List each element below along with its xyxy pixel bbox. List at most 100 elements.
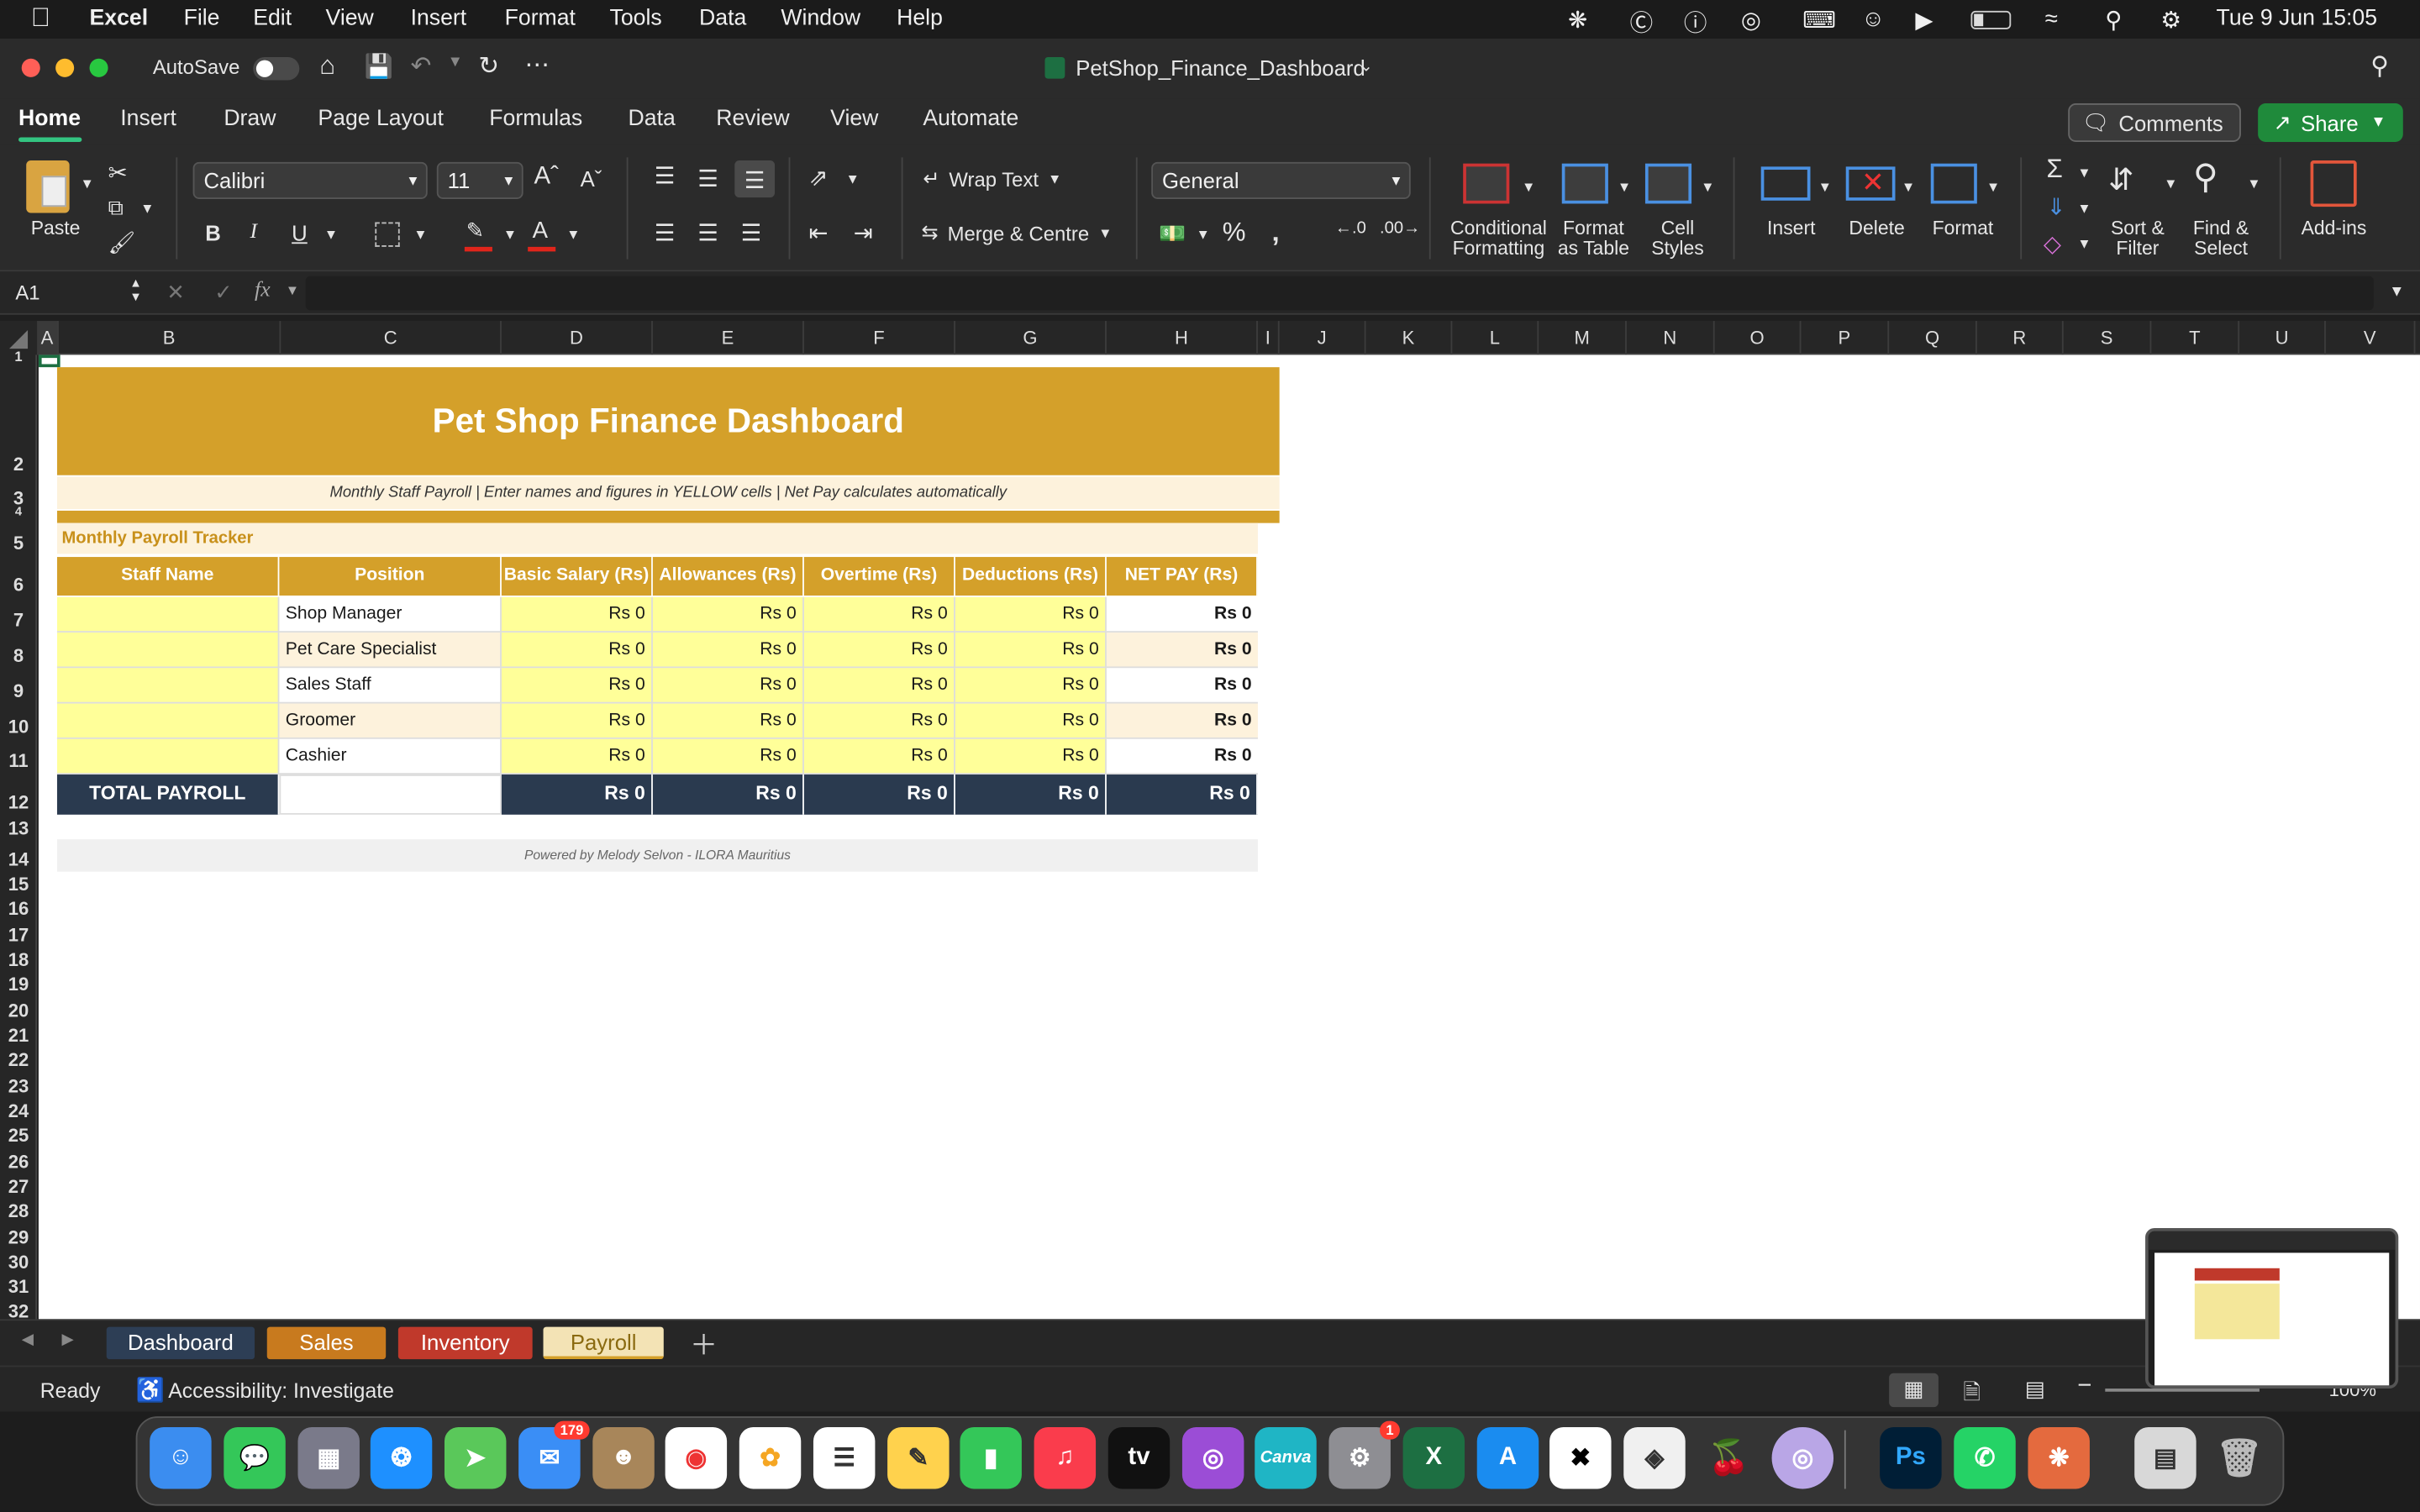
claude-status-icon[interactable]: ❋ <box>1568 6 1587 34</box>
chrome-icon[interactable]: ◉ <box>665 1426 728 1489</box>
chevron-down-icon[interactable]: ▼ <box>1986 179 2000 194</box>
cell-net-pay[interactable]: Rs 0 <box>1106 668 1258 704</box>
cell-allowances[interactable]: Rs 0 <box>652 633 804 669</box>
row-header[interactable]: 7 <box>0 610 37 632</box>
total-payroll-label[interactable]: TOTAL PAYROLL <box>56 774 280 815</box>
tab-review[interactable]: Review <box>716 107 789 131</box>
menu-format[interactable]: Format <box>505 6 576 30</box>
row-header[interactable]: 25 <box>0 1125 37 1147</box>
undo-icon[interactable]: ↶ <box>411 51 432 82</box>
chevron-down-icon[interactable]: ▼ <box>2164 176 2177 191</box>
tab-automate[interactable]: Automate <box>923 107 1018 131</box>
cancel-icon[interactable]: ✕ <box>166 279 185 305</box>
cell-deductions[interactable]: Rs 0 <box>955 738 1107 775</box>
app-menu[interactable]: Excel <box>90 6 149 30</box>
cell-basic-salary[interactable]: Rs 0 <box>501 596 653 633</box>
control-center-icon[interactable]: ⚙ <box>2160 6 2181 34</box>
copy-icon[interactable]: ⧉ <box>108 194 124 220</box>
undo-dropdown-icon[interactable]: ▼ <box>448 54 463 71</box>
info-status-icon[interactable]: ⓘ <box>1684 6 1707 39</box>
tab-data[interactable]: Data <box>629 107 676 131</box>
apple-tv-icon[interactable]: tv <box>1107 1426 1171 1489</box>
cell-allowances[interactable]: Rs 0 <box>652 668 804 704</box>
col-header[interactable]: J <box>1280 321 1366 355</box>
cell-deductions[interactable]: Rs 0 <box>955 633 1107 669</box>
row-header[interactable]: 1 <box>0 349 37 364</box>
page-break-view-icon[interactable]: ▤ <box>2025 1376 2045 1402</box>
font-color-dropdown-icon[interactable]: ▼ <box>566 227 580 242</box>
col-header[interactable]: L <box>1452 321 1539 355</box>
col-header[interactable]: O <box>1715 321 1802 355</box>
row-header[interactable]: 10 <box>0 716 37 738</box>
col-header[interactable]: Q <box>1889 321 1977 355</box>
align-top-icon[interactable]: ☰ <box>655 162 676 190</box>
cell-allowances[interactable]: Rs 0 <box>652 738 804 775</box>
header-net-pay[interactable]: NET PAY (Rs) <box>1106 557 1258 596</box>
orientation-dropdown-icon[interactable]: ▼ <box>846 171 860 186</box>
menu-edit[interactable]: Edit <box>253 6 292 30</box>
next-sheet-icon[interactable]: ▶ <box>61 1331 73 1348</box>
cell-allowances[interactable]: Rs 0 <box>652 703 804 739</box>
find-select-label[interactable]: Find & Select <box>2188 218 2253 260</box>
cell-net-pay[interactable]: Rs 0 <box>1106 633 1258 669</box>
currency-icon[interactable]: 💵 <box>1159 221 1186 247</box>
photoshop-icon[interactable]: Ps <box>1880 1426 1942 1489</box>
align-right-icon[interactable]: ☰ <box>741 219 762 247</box>
c-status-icon[interactable]: Ⓒ <box>1630 6 1654 39</box>
increase-font-icon[interactable]: Aˆ <box>534 164 559 192</box>
underline-dropdown-icon[interactable]: ▼ <box>324 227 338 242</box>
menu-file[interactable]: File <box>184 6 220 30</box>
menu-window[interactable]: Window <box>781 6 860 30</box>
user-status-icon[interactable]: ☺ <box>1861 6 1885 32</box>
delete-cells-label[interactable]: Delete <box>1849 218 1904 239</box>
photos-icon[interactable]: ✿ <box>739 1426 802 1489</box>
increase-indent-icon[interactable]: ⇥ <box>854 219 873 247</box>
comma-icon[interactable]: ‚ <box>1271 216 1279 249</box>
worksheet-grid[interactable]: Pet Shop Finance Dashboard Monthly Staff… <box>38 354 2420 1320</box>
row-header[interactable]: 21 <box>0 1025 37 1047</box>
row-header[interactable]: 29 <box>0 1226 37 1248</box>
col-header[interactable]: G <box>955 321 1107 355</box>
sheet-tab-sales[interactable]: Sales <box>266 1326 387 1360</box>
color-picker-icon[interactable]: ◈ <box>1623 1426 1686 1489</box>
numbers-icon[interactable]: ▮ <box>960 1426 1022 1489</box>
add-sheet-icon[interactable]: ＋ <box>690 1324 718 1364</box>
finder-icon[interactable]: ☺ <box>150 1426 212 1489</box>
cell-position[interactable]: Groomer <box>279 703 502 739</box>
row-header[interactable]: 14 <box>0 848 37 870</box>
tor-icon[interactable]: ◎ <box>1771 1426 1834 1489</box>
col-header[interactable]: T <box>2151 321 2240 355</box>
paste-label[interactable]: Paste <box>31 218 81 239</box>
chevron-down-icon[interactable]: ▼ <box>1618 179 1631 194</box>
col-header[interactable]: V <box>2326 321 2416 355</box>
row-header[interactable]: 11 <box>0 750 37 772</box>
total-allowances[interactable]: Rs 0 <box>652 774 804 815</box>
cell-net-pay[interactable]: Rs 0 <box>1106 738 1258 775</box>
format-painter-icon[interactable]: 🖌 <box>108 230 136 256</box>
cell-position[interactable]: Pet Care Specialist <box>279 633 502 669</box>
col-header[interactable]: H <box>1107 321 1258 355</box>
function-icon[interactable]: fx <box>255 279 271 303</box>
chevron-down-icon[interactable]: ▼ <box>2077 201 2091 216</box>
apple-icon[interactable]:  <box>31 3 50 34</box>
align-left-icon[interactable]: ☰ <box>655 219 676 247</box>
zoom-slider[interactable] <box>2105 1389 2260 1392</box>
close-window-button[interactable] <box>21 58 40 77</box>
chevron-down-icon[interactable]: ▼ <box>2247 176 2260 191</box>
sheet-tab-inventory[interactable]: Inventory <box>397 1326 533 1360</box>
col-header[interactable]: C <box>281 321 502 355</box>
doc-title[interactable]: PetShop_Finance_Dashboard <box>1076 55 1365 80</box>
borders-dropdown-icon[interactable]: ▼ <box>413 227 427 242</box>
claude-icon[interactable]: ❋ <box>2028 1426 2090 1489</box>
row-header[interactable]: 22 <box>0 1049 37 1071</box>
col-header[interactable]: R <box>1977 321 2064 355</box>
conditional-formatting-label[interactable]: Conditional Formatting <box>1444 218 1553 260</box>
cell-net-pay[interactable]: Rs 0 <box>1106 596 1258 633</box>
contacts-icon[interactable]: ☻ <box>592 1426 655 1489</box>
underline-button[interactable]: U <box>292 221 308 245</box>
col-header[interactable]: P <box>1801 321 1890 355</box>
format-cells-label[interactable]: Format <box>1933 218 1994 239</box>
title-chevron-icon[interactable]: ⌄ <box>1360 59 1372 76</box>
cell-overtime[interactable]: Rs 0 <box>803 596 955 633</box>
expand-formula-icon[interactable]: ▼ <box>2389 284 2404 301</box>
